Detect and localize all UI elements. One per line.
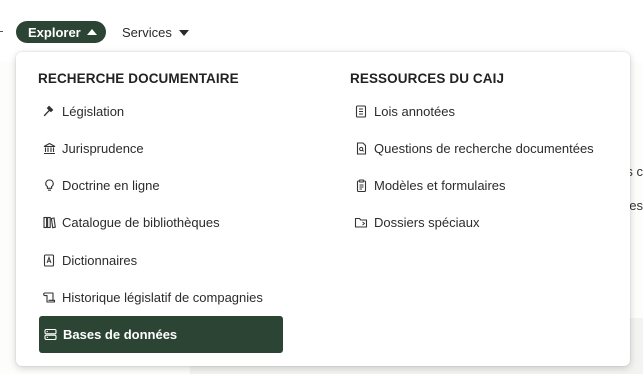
nav-services-label: Services [122, 24, 172, 40]
menu-item-dossiers[interactable]: Dossiers spéciaux [350, 207, 620, 237]
menu-item-bases-de-donnees[interactable]: Bases de données [39, 316, 283, 353]
caret-down-icon [178, 29, 189, 36]
menu-item-jurisprudence[interactable]: Jurisprudence [38, 133, 282, 163]
gavel-icon [42, 104, 56, 118]
menu-item-doctrine[interactable]: Doctrine en ligne [38, 170, 282, 200]
dictionary-icon [42, 253, 56, 267]
menu-item-label: Législation [62, 103, 125, 119]
menu-item-label: Modèles et formulaires [374, 177, 506, 193]
menu-item-label: Questions de recherche documentées [374, 140, 594, 156]
menu-item-label: Historique législatif de compagnies [62, 289, 263, 305]
books-icon [42, 215, 56, 229]
nav-previous-item-edge [0, 31, 3, 32]
menu-item-label: Dossiers spéciaux [374, 214, 480, 230]
nav-services-button[interactable]: Services [122, 21, 189, 43]
section-title-recherche: RECHERCHE DOCUMENTAIRE [38, 71, 239, 86]
menu-item-lois-annotees[interactable]: Lois annotées [350, 96, 620, 126]
page: s c es Explorer Services RECHERCHE DOCUM… [0, 0, 643, 374]
menu-item-historique[interactable]: Historique législatif de compagnies [38, 282, 298, 312]
database-icon [43, 328, 57, 342]
lightbulb-icon [42, 178, 56, 192]
scroll-icon [42, 290, 56, 304]
document-search-icon [354, 141, 368, 155]
menu-item-label: Dictionnaires [62, 252, 138, 268]
annotated-law-icon [354, 104, 368, 118]
section-title-ressources: RESSOURCES DU CAIJ [350, 71, 505, 86]
menu-item-dictionnaires[interactable]: Dictionnaires [38, 245, 282, 275]
explorer-dropdown-menu: RECHERCHE DOCUMENTAIRE Législation Juris… [16, 52, 630, 366]
courthouse-icon [42, 141, 56, 155]
menu-item-label: Catalogue de bibliothèques [62, 214, 220, 230]
folder-icon [354, 215, 368, 229]
menu-item-catalogue[interactable]: Catalogue de bibliothèques [38, 207, 282, 237]
menu-item-label: Doctrine en ligne [62, 177, 160, 193]
clipboard-icon [354, 178, 368, 192]
nav-explorer-label: Explorer [28, 24, 81, 40]
nav-explorer-button[interactable]: Explorer [16, 21, 106, 43]
menu-item-modeles[interactable]: Modèles et formulaires [350, 170, 620, 200]
background-text-fragment: es [629, 198, 643, 213]
menu-item-questions-recherche[interactable]: Questions de recherche documentées [350, 133, 625, 163]
menu-item-label: Lois annotées [374, 103, 455, 119]
menu-item-legislation[interactable]: Législation [38, 96, 282, 126]
menu-item-label: Jurisprudence [62, 140, 144, 156]
caret-up-icon [86, 29, 97, 35]
menu-item-label: Bases de données [63, 327, 178, 342]
